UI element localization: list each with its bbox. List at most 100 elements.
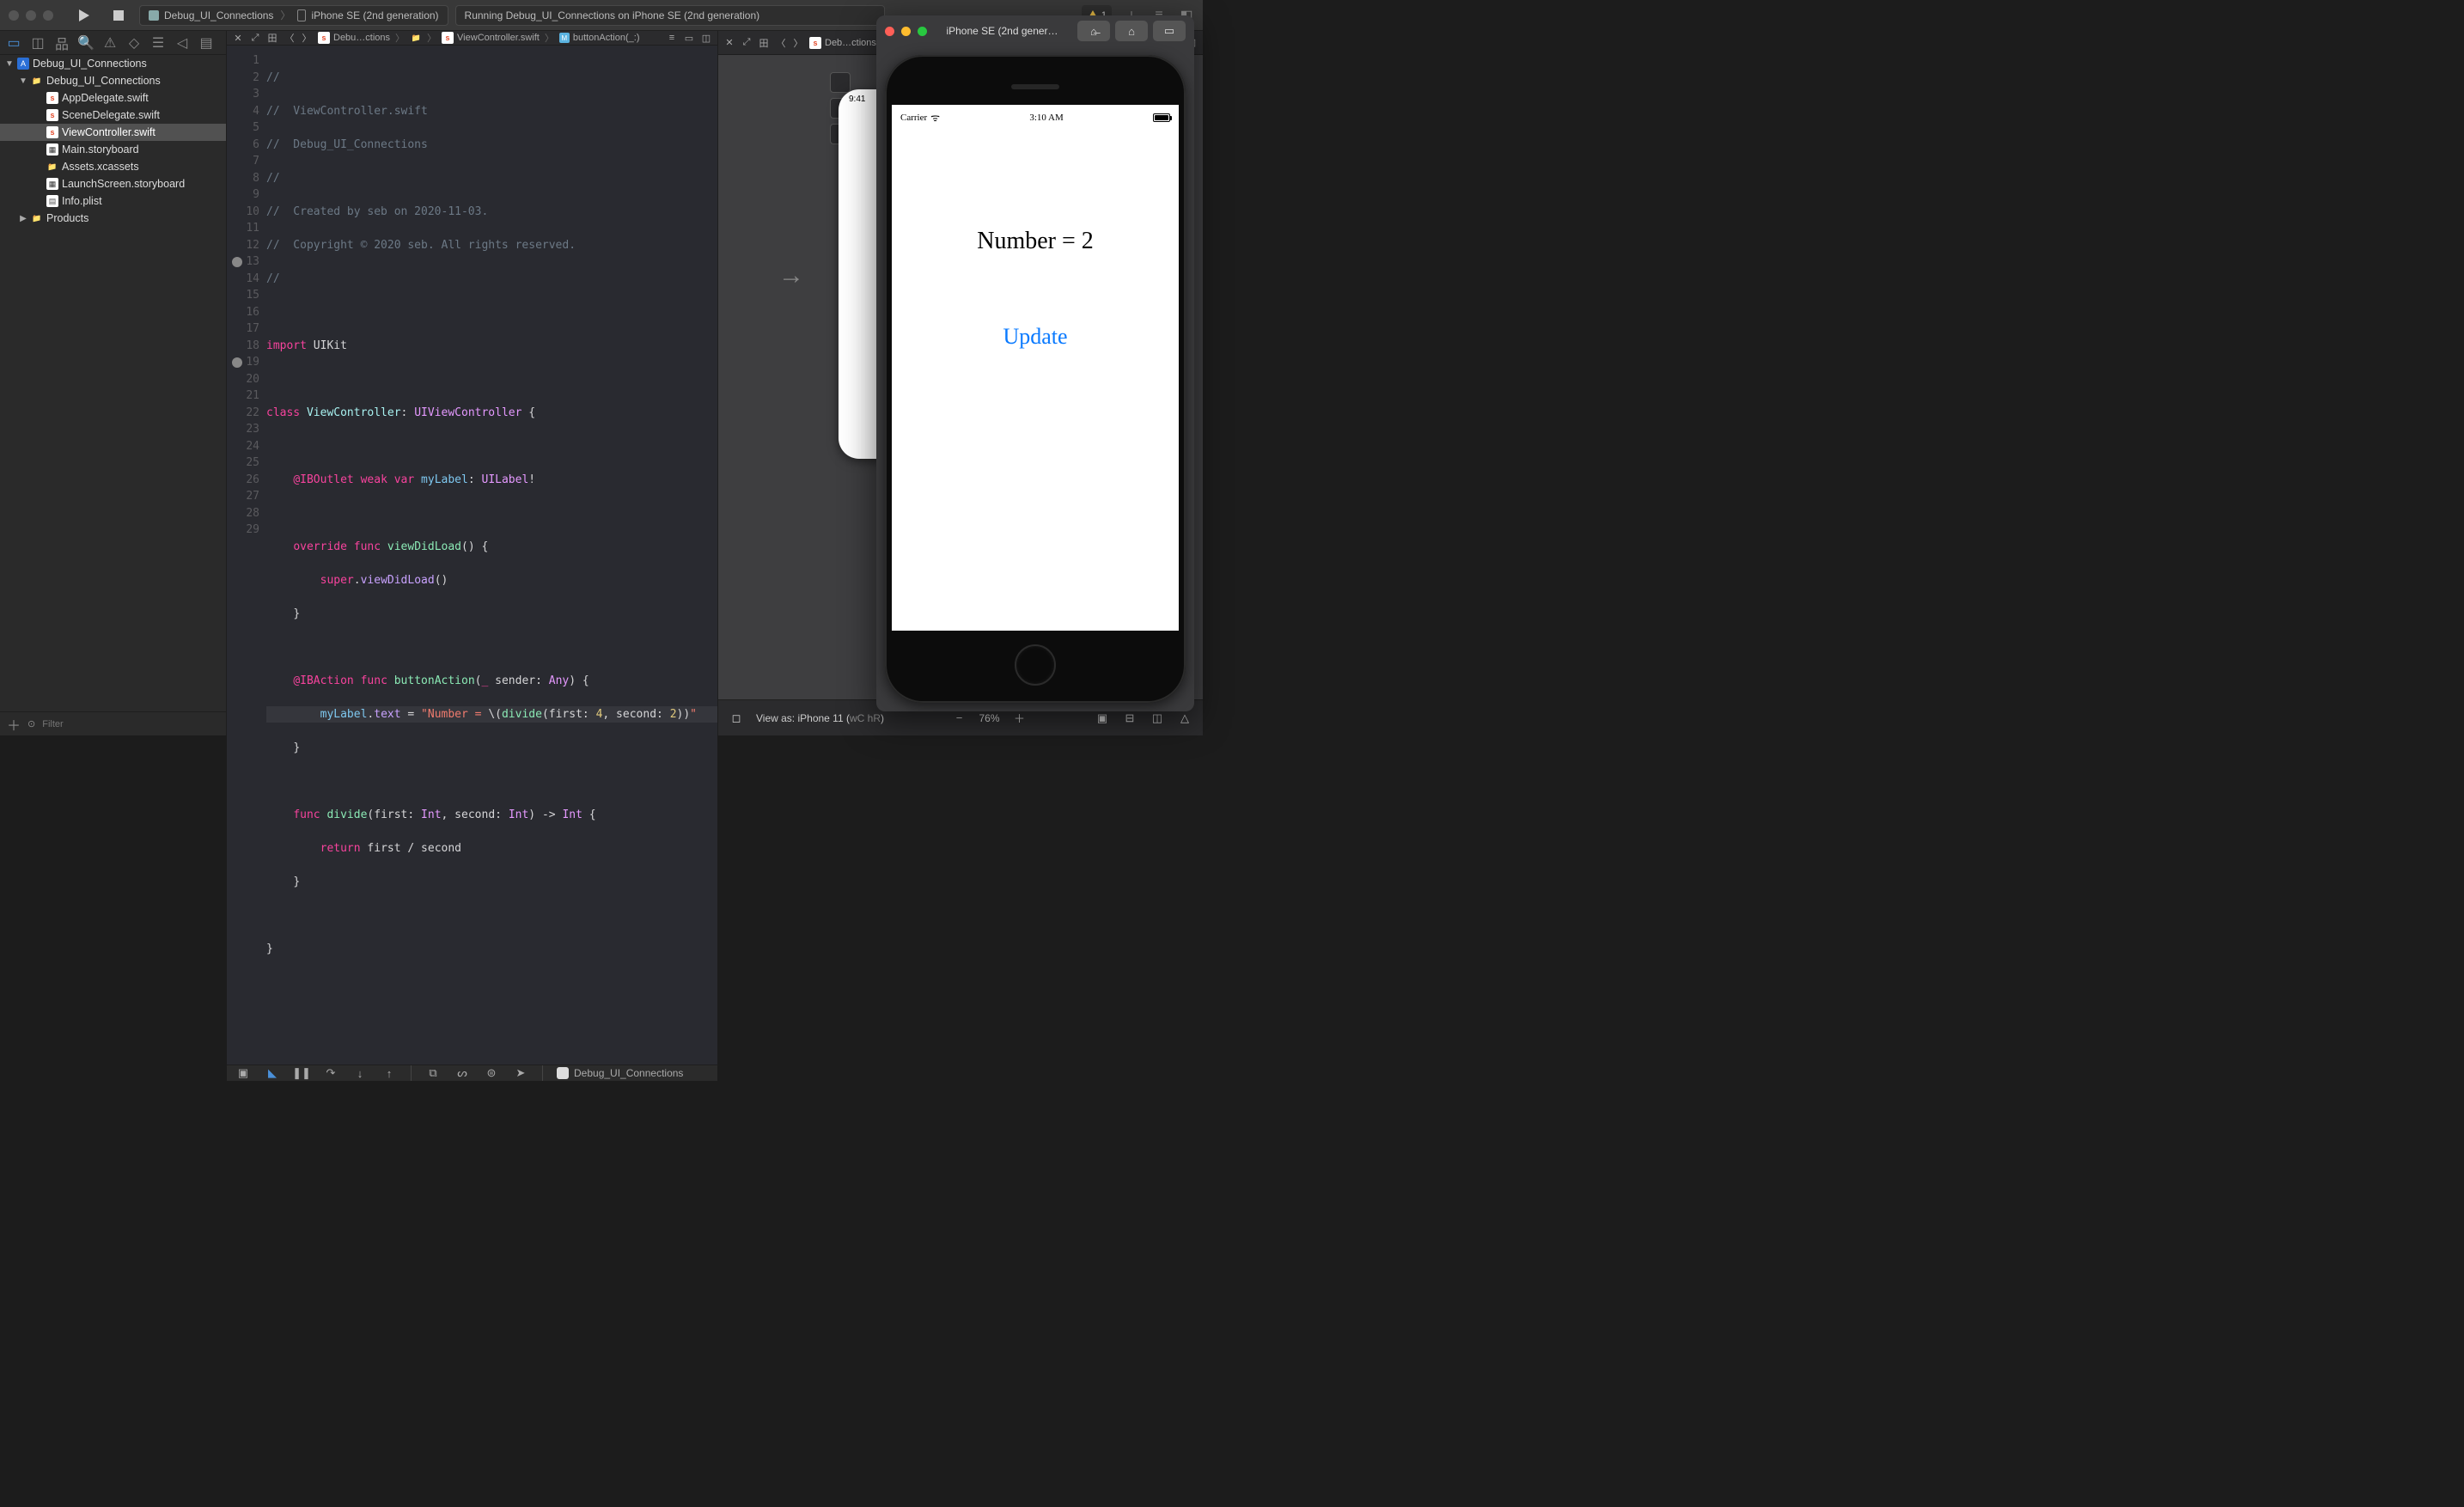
back-icon[interactable]: 〈 — [775, 37, 787, 49]
minimize-window-dot[interactable] — [26, 10, 36, 21]
zoom-out-icon[interactable]: − — [951, 711, 967, 726]
jump-symbol-label: buttonAction(_:) — [573, 33, 640, 43]
disclosure-triangle-icon[interactable]: ▶ — [19, 214, 27, 223]
source-control-navigator-icon[interactable]: ◫ — [31, 36, 45, 50]
breakpoints-toggle-icon[interactable]: ◣ — [265, 1065, 280, 1081]
breakpoint-navigator-icon[interactable]: ◁ — [175, 36, 189, 50]
simulator-window[interactable]: iPhone SE (2nd gener… ⌂̶ ⌂ ▭ Carrier ᯤ 3… — [876, 15, 1194, 711]
add-button[interactable]: ＋ — [7, 714, 21, 735]
related-items-icon[interactable]: 田 — [758, 37, 770, 49]
file-row-selected[interactable]: s ViewController.swift — [0, 124, 226, 141]
debug-memory-graph-icon[interactable]: ᔕ — [454, 1065, 470, 1081]
disclosure-triangle-icon[interactable]: ▼ — [5, 59, 14, 69]
report-navigator-icon[interactable]: ▤ — [199, 36, 213, 50]
file-row[interactable]: ▤ Info.plist — [0, 192, 226, 210]
code-content[interactable]: // // ViewController.swift // Debug_UI_C… — [266, 46, 717, 1065]
scheme-selector[interactable]: Debug_UI_Connections 〉 iPhone SE (2nd ge… — [139, 5, 448, 26]
project-navigator-icon[interactable]: ▭ — [7, 36, 21, 50]
close-tab-icon[interactable]: ✕ — [723, 37, 735, 49]
pin-constraints-icon[interactable]: ◫ — [1150, 711, 1165, 726]
simulate-location-icon[interactable]: ➤ — [513, 1065, 528, 1081]
separator — [411, 1065, 412, 1081]
debug-bar: ▣ ◣ ❚❚ ↷ ↓ ↑ ⧉ ᔕ ⊜ ➤ Debug_UI_Connection… — [227, 1065, 717, 1081]
home-button[interactable]: ⌂ — [1115, 21, 1148, 41]
carrier-group: Carrier ᯤ — [900, 110, 940, 125]
debug-view-hierarchy-icon[interactable]: ⧉ — [425, 1065, 441, 1081]
code-editor[interactable]: 1234 5678 9101112 13141516 171819 202122… — [227, 46, 717, 1065]
zoom-level[interactable]: 76% — [979, 712, 999, 724]
find-navigator-icon[interactable]: 🔍 — [79, 36, 93, 50]
adjust-editor-icon[interactable]: ▭ — [683, 32, 695, 44]
stop-button[interactable] — [105, 5, 132, 26]
file-row[interactable]: 📁 Assets.xcassets — [0, 158, 226, 175]
simulator-screen[interactable]: Carrier ᯤ 3:10 AM Number = 2 Update — [892, 105, 1179, 631]
swift-file-icon: s — [46, 92, 58, 104]
folder-icon: 📁 — [31, 75, 43, 87]
step-out-icon[interactable]: ↑ — [381, 1065, 397, 1081]
play-icon — [79, 9, 89, 21]
chevron-right-icon: 〉 — [545, 31, 554, 45]
sim-minimize-dot[interactable] — [901, 27, 911, 36]
swift-file-icon: s — [442, 32, 454, 44]
swift-file-icon: s — [46, 109, 58, 121]
line-wrap-icon[interactable]: ≡ — [666, 32, 678, 44]
close-window-dot[interactable] — [9, 10, 19, 21]
test-navigator-icon[interactable]: ◇ — [127, 36, 141, 50]
step-into-icon[interactable]: ↓ — [352, 1065, 368, 1081]
window-controls — [9, 10, 53, 21]
align-icon[interactable]: ⊟ — [1122, 711, 1137, 726]
add-editor-icon[interactable]: ◫ — [700, 32, 712, 44]
forward-icon[interactable]: 〉 — [792, 37, 804, 49]
debug-target[interactable]: Debug_UI_Connections — [557, 1067, 683, 1079]
pause-continue-icon[interactable]: ❚❚ — [294, 1065, 309, 1081]
step-over-icon[interactable]: ↷ — [323, 1065, 338, 1081]
document-outline-toggle-icon[interactable]: ◻ — [729, 711, 744, 726]
app-content: Number = 2 Update — [892, 125, 1179, 625]
jump-file-label: Debu…ctions — [333, 33, 390, 43]
storyboard-entry-arrow-icon[interactable]: → — [778, 261, 804, 290]
expand-icon[interactable]: ⤢ — [741, 37, 753, 49]
debug-navigator-icon[interactable]: ☰ — [151, 36, 165, 50]
related-items-icon[interactable]: 田 — [266, 32, 278, 44]
resolve-constraints-icon[interactable]: △ — [1177, 711, 1192, 726]
device-speaker — [1011, 84, 1059, 89]
issue-navigator-icon[interactable]: ⚠ — [103, 36, 117, 50]
jump-bar[interactable]: ✕ ⤢ 田 〈 〉 s Debu…ctions 〉 📁 〉 s ViewCont… — [227, 31, 717, 46]
file-row[interactable]: s AppDelegate.swift — [0, 89, 226, 107]
separator — [542, 1065, 543, 1081]
file-row[interactable]: s SceneDelegate.swift — [0, 107, 226, 124]
hide-debug-area-icon[interactable]: ▣ — [235, 1065, 251, 1081]
sim-close-dot[interactable] — [885, 27, 894, 36]
jump-path[interactable]: s Debu…ctions 〉 📁 〉 s ViewController.swi… — [318, 31, 639, 45]
sim-zoom-dot[interactable] — [918, 27, 927, 36]
expand-icon[interactable]: ⤢ — [249, 32, 261, 44]
zoom-in-icon[interactable]: ＋ — [1012, 711, 1028, 726]
view-as-label[interactable]: View as: iPhone 11 (wC hR) — [756, 712, 884, 724]
project-root[interactable]: ▼ A Debug_UI_Connections — [0, 55, 226, 72]
rotate-button[interactable]: ▭ — [1153, 21, 1186, 41]
group-folder[interactable]: ▼ 📁 Debug_UI_Connections — [0, 72, 226, 89]
back-icon[interactable]: 〈 — [284, 32, 296, 44]
line-gutter[interactable]: 1234 5678 9101112 13141516 171819 202122… — [227, 46, 266, 1065]
zoom-window-dot[interactable] — [43, 10, 53, 21]
device-home-button[interactable] — [1015, 644, 1056, 686]
file-row[interactable]: ▦ LaunchScreen.storyboard — [0, 175, 226, 192]
navigator-panel: ▭ ◫ 品 🔍 ⚠ ◇ ☰ ◁ ▤ ▼ A Debug_UI_Connectio… — [0, 31, 227, 735]
filter-input[interactable] — [42, 719, 219, 729]
disclosure-triangle-icon[interactable]: ▼ — [19, 76, 27, 86]
home-icon: ⌂ — [1128, 25, 1135, 38]
environment-overrides-icon[interactable]: ⊜ — [484, 1065, 499, 1081]
project-root-label: Debug_UI_Connections — [33, 58, 147, 70]
products-group[interactable]: ▶ 📁 Products — [0, 210, 226, 227]
filter-scope-icon[interactable]: ⊙ — [27, 718, 35, 729]
symbol-navigator-icon[interactable]: 品 — [55, 36, 69, 50]
app-icon — [557, 1067, 569, 1079]
close-tab-icon[interactable]: ✕ — [232, 32, 244, 44]
update-button[interactable]: Update — [1003, 324, 1067, 350]
forward-icon[interactable]: 〉 — [301, 32, 313, 44]
screenshot-button[interactable]: ⌂̶ — [1077, 21, 1110, 41]
file-tree[interactable]: ▼ A Debug_UI_Connections ▼ 📁 Debug_UI_Co… — [0, 55, 226, 711]
file-row[interactable]: ▦ Main.storyboard — [0, 141, 226, 158]
run-button[interactable] — [70, 5, 98, 26]
embed-in-icon[interactable]: ▣ — [1095, 711, 1110, 726]
